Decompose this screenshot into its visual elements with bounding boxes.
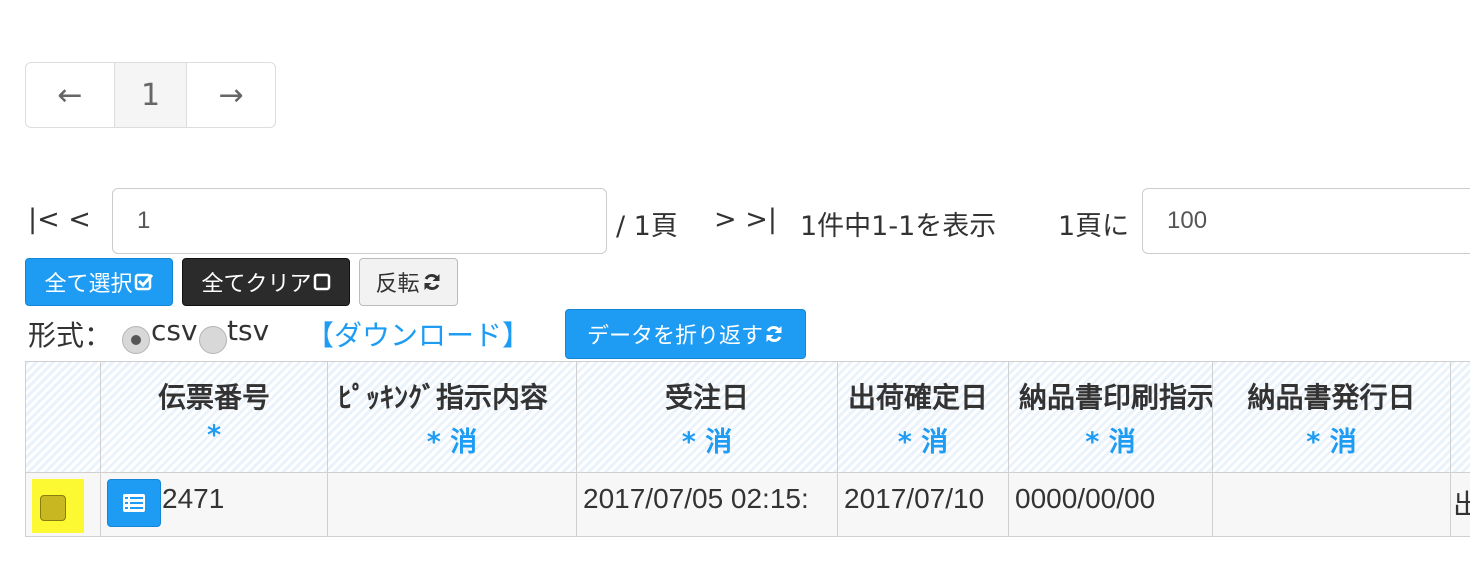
invert-label: 反転 <box>375 272 420 297</box>
per-page-label: 1頁に <box>1058 211 1130 242</box>
header-issue-date[interactable]: 納品書発行日 * 消 <box>1213 362 1451 472</box>
total-pages-text: / 1頁 <box>616 211 678 242</box>
sort-control[interactable]: * 消 <box>328 420 576 459</box>
next-page-button[interactable]: → <box>187 63 275 127</box>
cell-print-flag: 0000/00/00 <box>1009 473 1213 536</box>
current-page-button[interactable]: 1 <box>114 63 188 127</box>
sort-control[interactable]: * 消 <box>1213 420 1450 459</box>
checkbox-empty-icon <box>313 273 330 291</box>
checkbox-checked-icon <box>134 273 153 291</box>
sort-control[interactable]: * <box>101 420 327 451</box>
page-number-input[interactable]: 1 <box>112 188 607 254</box>
download-link[interactable]: 【ダウンロード】 <box>306 314 530 354</box>
sort-control[interactable]: * 消 <box>577 420 837 459</box>
csv-label: csv <box>151 314 198 347</box>
refresh-icon <box>424 273 439 291</box>
cell-select <box>26 473 101 536</box>
slip-number: 2471 <box>162 483 225 514</box>
first-page-link[interactable]: |< < <box>28 204 91 235</box>
header-order-date[interactable]: 受注日 * 消 <box>577 362 838 472</box>
clear-all-button[interactable]: 全てクリア <box>182 258 350 306</box>
header-ship-date[interactable]: 出荷確定日 * 消 <box>838 362 1009 472</box>
print-flag: 0000/00/00 <box>1015 483 1156 514</box>
select-all-button[interactable]: 全て選択 <box>25 258 173 306</box>
tsv-radio[interactable] <box>199 326 227 354</box>
document-list-icon <box>123 494 145 512</box>
last-page-link[interactable]: > >| <box>714 204 777 235</box>
header-picking[interactable]: ﾋﾟｯｷﾝｸﾞ指示内容 * 消 <box>328 362 577 472</box>
wrap-data-label: データを折り返す <box>586 324 763 349</box>
per-page-input[interactable]: 100 <box>1142 188 1470 254</box>
header-title: 納品書発行日 <box>1247 381 1416 414</box>
cell-picking <box>328 473 577 536</box>
header-title: 受注日 <box>664 381 749 414</box>
header-extra <box>1451 362 1470 472</box>
cell-order-date: 2017/07/05 02:15: <box>577 473 838 536</box>
clear-all-label: 全てクリア <box>201 272 312 297</box>
header-select-col <box>26 362 101 472</box>
sort-control[interactable]: * 消 <box>838 420 1008 459</box>
select-all-label: 全て選択 <box>44 272 133 297</box>
sort-control[interactable]: * 消 <box>1009 420 1212 459</box>
header-title: 納品書印刷指示 <box>1019 381 1213 414</box>
pagination: ← 1 → <box>25 62 276 128</box>
row-checkbox[interactable] <box>40 495 66 521</box>
header-slip-no[interactable]: 伝票番号 * <box>101 362 328 472</box>
cell-ship-date: 2017/07/10 <box>838 473 1009 536</box>
extra-text: 出 <box>1453 483 1470 523</box>
refresh-icon <box>766 325 782 343</box>
cell-extra: 出 <box>1451 473 1470 536</box>
cell-slip-no: 2471 <box>101 473 328 536</box>
wrap-data-button[interactable]: データを折り返す <box>565 309 806 359</box>
detail-button[interactable] <box>107 479 161 527</box>
invert-button[interactable]: 反転 <box>359 258 458 306</box>
result-summary: 1件中1-1を表示 <box>800 211 997 242</box>
prev-page-button[interactable]: ← <box>26 63 115 127</box>
order-table: 伝票番号 * ﾋﾟｯｷﾝｸﾞ指示内容 * 消 受注日 * 消 出荷確定日 * 消… <box>25 361 1470 537</box>
header-title: 伝票番号 <box>157 381 270 414</box>
cell-issue-date <box>1213 473 1451 536</box>
order-date: 2017/07/05 02:15: <box>583 483 809 514</box>
paging-controls: |< < 1 / 1頁 > >| 1件中1-1を表示 1頁に 100 <box>0 188 1470 254</box>
header-print-flag[interactable]: 納品書印刷指示 * 消 <box>1009 362 1213 472</box>
table-header: 伝票番号 * ﾋﾟｯｷﾝｸﾞ指示内容 * 消 受注日 * 消 出荷確定日 * 消… <box>26 362 1470 472</box>
csv-radio[interactable] <box>122 326 150 354</box>
ship-date: 2017/07/10 <box>844 483 985 514</box>
table-row: 2471 2017/07/05 02:15: 2017/07/10 0000/0… <box>26 472 1470 536</box>
header-title: 出荷確定日 <box>848 381 989 414</box>
header-title: ﾋﾟｯｷﾝｸﾞ指示内容 <box>338 381 549 414</box>
format-label: 形式： <box>28 319 113 352</box>
tsv-label: tsv <box>227 314 270 347</box>
